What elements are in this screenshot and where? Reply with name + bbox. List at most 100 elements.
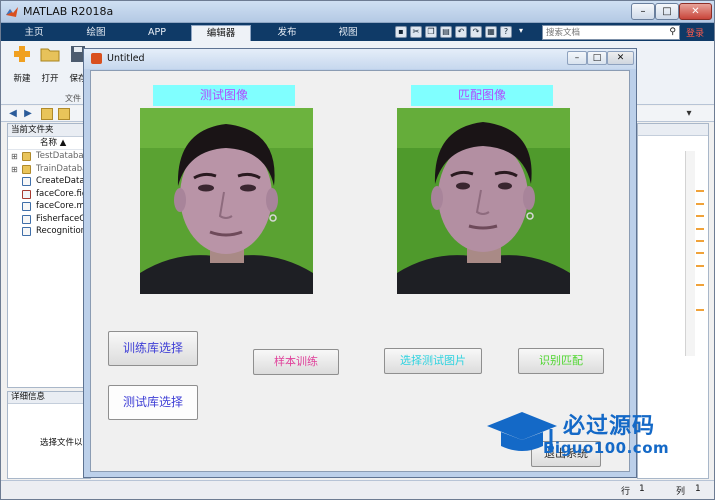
figure-title: Untitled bbox=[107, 53, 145, 64]
copy-icon[interactable]: ❐ bbox=[425, 26, 437, 38]
m-file-icon bbox=[22, 202, 31, 211]
folder-icon bbox=[22, 152, 31, 161]
code-marker bbox=[696, 240, 704, 242]
search-input[interactable] bbox=[543, 26, 661, 39]
code-marker bbox=[696, 284, 704, 286]
figure-maximize-button[interactable]: □ bbox=[587, 51, 607, 65]
code-marker bbox=[696, 252, 704, 254]
m-file-icon bbox=[22, 214, 31, 224]
switch-windows-icon[interactable]: ▦ bbox=[485, 26, 497, 38]
login-link[interactable]: 登录 bbox=[686, 26, 704, 39]
file-name: TrainDatabase bbox=[36, 163, 90, 174]
file-name: CreateDatabase.m bbox=[36, 176, 90, 186]
help-icon[interactable]: ? bbox=[500, 26, 512, 38]
file-name: faceCore.fig bbox=[36, 188, 88, 199]
file-name: FisherfaceCore.m bbox=[36, 213, 90, 224]
list-item[interactable]: faceCore.fig bbox=[8, 188, 90, 201]
code-marker bbox=[696, 265, 704, 267]
save-icon[interactable]: ▪ bbox=[395, 26, 407, 38]
code-marker bbox=[696, 215, 704, 217]
fig-file-icon bbox=[22, 189, 31, 199]
matlab-logo-icon bbox=[6, 7, 18, 17]
select-test-image-button[interactable]: 选择测试图片 bbox=[384, 348, 482, 374]
expand-icon[interactable]: ⊞ bbox=[11, 151, 18, 163]
train-library-button[interactable]: 训练库选择 bbox=[108, 331, 198, 366]
maximize-button[interactable]: □ bbox=[655, 3, 679, 20]
test-image-title: 测试图像 bbox=[153, 85, 295, 106]
details-panel: 详细信息 选择文件以查看详细信息 bbox=[7, 391, 134, 479]
tab-plots[interactable]: 绘图 bbox=[71, 25, 121, 41]
file-name: TestDatabase bbox=[36, 151, 90, 161]
browse-folder-icon[interactable] bbox=[58, 108, 70, 120]
redo-icon[interactable]: ↷ bbox=[470, 26, 482, 38]
list-item[interactable]: ⊞ TestDatabase bbox=[8, 150, 90, 163]
code-marker bbox=[696, 228, 704, 230]
test-face-image bbox=[140, 108, 313, 294]
expand-icon[interactable]: ⊞ bbox=[11, 164, 18, 176]
tab-apps[interactable]: APP bbox=[131, 25, 183, 41]
file-name: Recognition.m bbox=[36, 226, 90, 236]
cut-icon[interactable]: ✂ bbox=[410, 26, 422, 38]
current-folder-panel: 当前文件夹 名称 ▲ ⊞ TestDatabase ⊞ TrainDatabas… bbox=[7, 123, 91, 388]
open-label: 打开 bbox=[41, 74, 59, 84]
current-folder-header: 当前文件夹 bbox=[8, 124, 90, 137]
figure-title-bar: Untitled – □ ✕ bbox=[84, 49, 636, 69]
code-marker bbox=[696, 190, 704, 192]
test-library-button[interactable]: 测试库选择 bbox=[108, 385, 198, 420]
search-icon[interactable]: ⚲ bbox=[669, 27, 676, 37]
sample-train-button[interactable]: 样本训练 bbox=[253, 349, 339, 375]
paste-icon[interactable]: ▤ bbox=[440, 26, 452, 38]
chevron-down-icon[interactable]: ▾ bbox=[683, 108, 695, 120]
code-marker bbox=[696, 203, 704, 205]
row-label: 行 bbox=[621, 487, 631, 497]
back-arrow-icon[interactable]: ◀ bbox=[7, 108, 19, 120]
tab-editor[interactable]: 编辑器 bbox=[191, 25, 251, 41]
tab-home[interactable]: 主页 bbox=[13, 25, 55, 41]
file-name: faceCore.m bbox=[36, 201, 85, 211]
window-title: MATLAB R2018a bbox=[23, 5, 114, 18]
recognize-match-button[interactable]: 识别匹配 bbox=[518, 348, 604, 374]
tab-publish[interactable]: 发布 bbox=[259, 25, 315, 41]
list-item[interactable]: CreateDatabase.m bbox=[8, 175, 90, 188]
list-item[interactable]: FisherfaceCore.m bbox=[8, 213, 90, 226]
open-button[interactable]: 打开 bbox=[37, 45, 63, 84]
column-value: 1 bbox=[695, 484, 701, 494]
tab-view[interactable]: 视图 bbox=[323, 25, 373, 41]
ribbon-section-file: 文件 bbox=[65, 94, 81, 103]
match-face-image bbox=[397, 108, 570, 294]
list-item[interactable]: ⊞ TrainDatabase bbox=[8, 163, 90, 176]
list-item[interactable]: faceCore.m bbox=[8, 200, 90, 213]
editor-header bbox=[638, 124, 708, 136]
m-file-icon bbox=[22, 227, 31, 236]
undo-icon[interactable]: ↶ bbox=[455, 26, 467, 38]
quick-access-toolbar: ▪ ✂ ❐ ▤ ↶ ↷ ▦ ? ▾ bbox=[395, 26, 541, 39]
match-image-title: 匹配图像 bbox=[411, 85, 553, 106]
m-file-icon bbox=[22, 177, 31, 186]
folder-icon bbox=[22, 164, 31, 174]
ribbon-tabs: 主页 绘图 APP 编辑器 发布 视图 ▪ ✂ ❐ ▤ ↶ ↷ ▦ ? ▾ ⚲ … bbox=[1, 23, 714, 41]
chevron-down-icon[interactable]: ▾ bbox=[515, 26, 527, 38]
row-value: 1 bbox=[639, 484, 645, 494]
list-item[interactable]: Recognition.m bbox=[8, 225, 90, 238]
close-button[interactable]: ✕ bbox=[679, 3, 712, 20]
figure-minimize-button[interactable]: – bbox=[567, 51, 587, 65]
up-folder-icon[interactable] bbox=[41, 108, 53, 120]
editor-scrollbar[interactable] bbox=[685, 151, 695, 356]
figure-close-button[interactable]: ✕ bbox=[607, 51, 634, 65]
watermark-text: 必过源码 bbox=[563, 414, 656, 439]
watermark: 必过源码 Biguo100.com bbox=[485, 408, 685, 466]
details-header: 详细信息 bbox=[8, 392, 90, 404]
column-label: 列 bbox=[676, 487, 686, 497]
title-bar: MATLAB R2018a – □ ✕ bbox=[1, 1, 714, 23]
minimize-button[interactable]: – bbox=[631, 3, 655, 20]
new-label: 新建 bbox=[13, 74, 31, 84]
figure-icon bbox=[91, 53, 102, 64]
code-marker bbox=[696, 309, 704, 311]
name-column-header[interactable]: 名称 ▲ bbox=[8, 137, 90, 150]
open-folder-icon bbox=[40, 48, 60, 62]
forward-arrow-icon[interactable]: ▶ bbox=[22, 108, 34, 120]
status-bar: 行 1 列 1 bbox=[1, 480, 714, 499]
watermark-url: Biguo100.com bbox=[543, 439, 670, 457]
new-button[interactable]: 新建 bbox=[9, 45, 35, 84]
search-documentation: ⚲ bbox=[542, 25, 680, 40]
